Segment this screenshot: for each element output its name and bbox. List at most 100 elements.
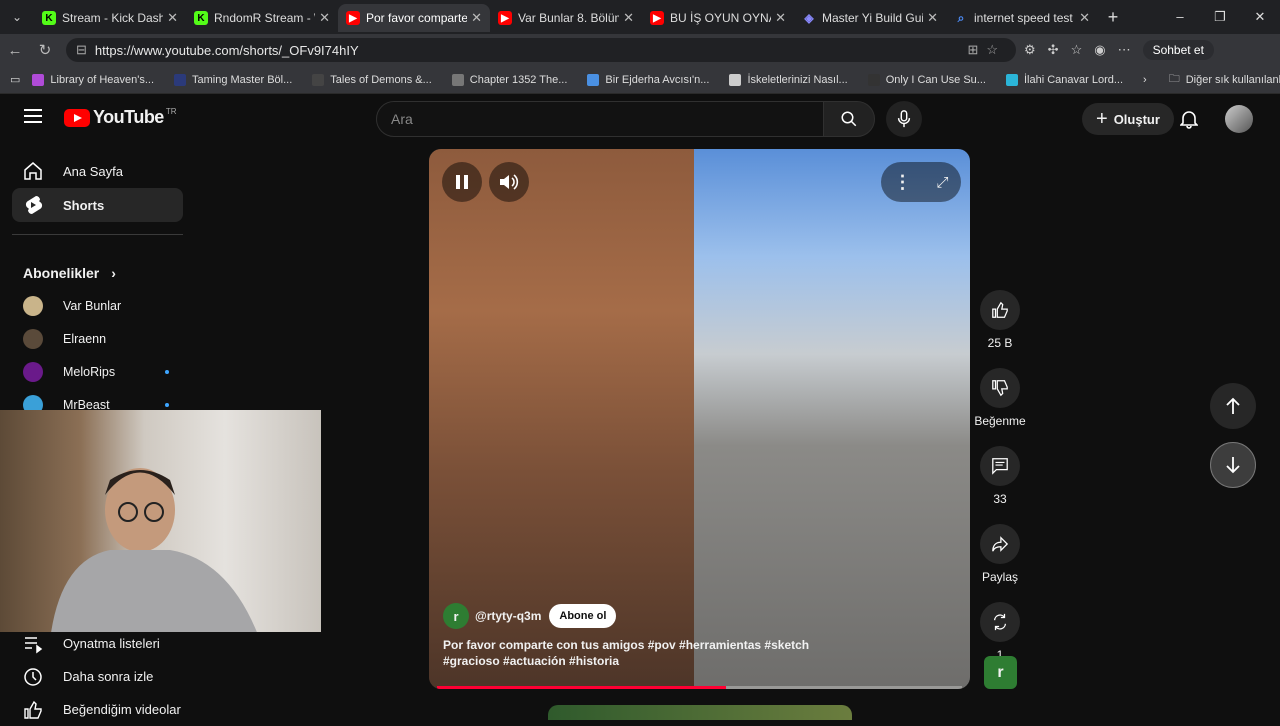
bookmark-favicon-icon <box>1005 73 1018 86</box>
extension-icon[interactable]: ⚙ <box>1024 42 1036 58</box>
close-window-button[interactable]: ✕ <box>1240 9 1280 25</box>
bookmark-favicon-icon <box>174 73 186 86</box>
copilot-chat-button[interactable]: Sohbet et <box>1142 40 1214 60</box>
minimize-button[interactable]: – <box>1160 9 1200 25</box>
address-bar-row: ← ↻ ⊟ https://www.youtube.com/shorts/_OF… <box>0 34 1280 66</box>
menu-hamburger-icon[interactable] <box>24 109 42 123</box>
subscriptions-header[interactable]: Abonelikler › <box>0 257 195 289</box>
close-tab-icon[interactable]: ✕ <box>471 10 482 26</box>
subscription-name: Elraenn <box>63 331 107 346</box>
other-favorites-folder[interactable]: 🗀Diğer sık kullanılanlar <box>1169 70 1280 89</box>
video-progress-fill <box>437 686 726 689</box>
browser-tab[interactable]: ▶ BU İŞ OYUN OYNAMAYA ✕ <box>642 4 794 32</box>
pause-button[interactable] <box>442 162 482 202</box>
bookmark-item[interactable]: Taming Master Böl... <box>174 73 293 86</box>
previous-short-button[interactable] <box>1210 383 1256 429</box>
search-button[interactable] <box>823 101 875 137</box>
youtube-icon: ▶ <box>650 11 664 25</box>
fullscreen-icon[interactable]: ⤢ <box>936 174 948 191</box>
dislike-button[interactable] <box>980 368 1020 408</box>
bookmark-item[interactable]: Library of Heaven's... <box>32 73 154 86</box>
next-short-button[interactable] <box>1210 442 1256 488</box>
back-icon[interactable]: ← <box>0 42 30 59</box>
bookmark-label: Taming Master Böl... <box>192 73 293 86</box>
sidebar-divider <box>12 234 183 235</box>
share-arrow-icon <box>992 536 1009 552</box>
comments-button[interactable] <box>980 446 1020 486</box>
thumbs-up-icon <box>992 301 1008 318</box>
create-button[interactable]: + Oluştur <box>1082 103 1174 135</box>
share-button[interactable] <box>980 524 1020 564</box>
sidebar-item-label: Ana Sayfa <box>63 163 123 179</box>
reload-icon[interactable]: ↻ <box>30 41 60 59</box>
extensions-puzzle-icon[interactable]: ✣ <box>1048 42 1059 58</box>
close-tab-icon[interactable]: ✕ <box>1079 10 1090 26</box>
browser-tab-bar: ⌄ KStream - Kick Dashboard✕KRndomR Strea… <box>0 0 1280 34</box>
close-tab-icon[interactable]: ✕ <box>775 10 786 26</box>
sound-channel-thumb[interactable]: r <box>984 656 1017 689</box>
more-menu-icon[interactable]: ⋯ <box>1118 42 1131 58</box>
like-button[interactable] <box>980 290 1020 330</box>
search-input[interactable]: Ara <box>376 101 824 137</box>
bookmark-label: Only I Can Use Su... <box>885 73 986 86</box>
sidebar-item-home[interactable]: Ana Sayfa <box>12 154 183 188</box>
subscribe-button[interactable]: Abone ol <box>549 604 617 628</box>
favorites-icon[interactable]: ☆ <box>1071 42 1083 58</box>
close-tab-icon[interactable]: ✕ <box>927 10 938 26</box>
browser-tab[interactable]: K Stream - Kick Dashboard✕ <box>34 4 186 32</box>
profile-icon[interactable]: ◉ <box>1094 42 1105 58</box>
channel-avatar <box>23 328 43 349</box>
sidebar-item-label: Daha sonra izle <box>63 669 154 684</box>
voice-search-button[interactable] <box>886 101 922 137</box>
comment-icon <box>992 458 1008 475</box>
short-video-player[interactable]: ⋮ ⤢ r @rtyty-q3m Abone ol Por favor comp… <box>429 149 970 689</box>
next-short-preview[interactable] <box>548 705 852 720</box>
browser-tab[interactable]: ▶ Por favor comparte ✕ <box>338 4 490 32</box>
notifications-bell-icon[interactable] <box>1179 109 1199 134</box>
bookmark-favicon-icon <box>312 73 325 86</box>
close-tab-icon[interactable]: ✕ <box>167 10 178 26</box>
sidebar-item-like[interactable]: Beğendiğim videolar <box>12 693 183 726</box>
webcam-overlay <box>0 410 321 632</box>
bookmark-item[interactable]: İlahi Canavar Lord... <box>1005 73 1123 86</box>
volume-button[interactable] <box>489 162 529 202</box>
site-info-icon[interactable]: ⊟ <box>76 42 87 58</box>
new-tab-button[interactable]: + <box>1098 7 1128 28</box>
short-description[interactable]: Por favor comparte con tus amigos #pov #… <box>443 637 863 669</box>
browser-tab[interactable]: K RndomR Stream - Watch ✕ <box>186 4 338 32</box>
close-tab-icon[interactable]: ✕ <box>623 10 634 26</box>
url-field[interactable]: ⊟ https://www.youtube.com/shorts/_OFv9I7… <box>66 38 1016 62</box>
bookmark-item[interactable]: Tales of Demons &... <box>312 73 432 86</box>
sidebar-item-shorts[interactable]: Shorts <box>12 188 183 222</box>
close-tab-icon[interactable]: ✕ <box>319 10 330 26</box>
bookmark-item[interactable]: Only I Can Use Su... <box>867 73 986 86</box>
channel-handle[interactable]: @rtyty-q3m <box>475 609 541 623</box>
subscription-item[interactable]: MeloRips <box>0 355 195 388</box>
bookmark-item[interactable]: Bir Ejderha Avcısı'n... <box>587 73 709 86</box>
subscription-item[interactable]: Elraenn <box>0 322 195 355</box>
more-options-icon[interactable]: ⋮ <box>893 172 911 193</box>
favorite-star-icon[interactable]: ⊞☆ <box>967 42 1006 58</box>
reading-list-icon[interactable]: ▭ <box>10 73 20 86</box>
dislike-label: Beğenme <box>974 414 1026 428</box>
remix-button[interactable] <box>980 602 1020 642</box>
browser-tab[interactable]: ⌕ internet speed test - Ara ✕ <box>946 4 1098 32</box>
youtube-header: YouTube TR Ara + Oluştur <box>0 95 1280 143</box>
subscription-item[interactable]: Var Bunlar <box>0 289 195 322</box>
bookmark-item[interactable]: İskeletlerinizi Nasıl... <box>729 73 848 86</box>
bookmark-favicon-icon <box>32 73 45 86</box>
browser-tab[interactable]: ▶ Var Bunlar 8. Bölüm (4K ✕ <box>490 4 642 32</box>
browser-tab[interactable]: ◈ Master Yi Build Guide - ✕ <box>794 4 946 32</box>
account-avatar[interactable] <box>1225 105 1253 133</box>
youtube-logo[interactable]: YouTube TR <box>64 107 177 128</box>
bookmarks-overflow-chevron-icon[interactable]: › <box>1143 74 1147 86</box>
channel-avatar[interactable]: r <box>443 603 469 629</box>
sidebar-item-clock[interactable]: Daha sonra izle <box>12 660 183 693</box>
bookmark-item[interactable]: Chapter 1352 The... <box>451 73 567 86</box>
video-progress-bar[interactable] <box>437 686 962 689</box>
maximize-button[interactable]: ❐ <box>1200 9 1240 25</box>
bookmark-label: Library of Heaven's... <box>50 73 154 86</box>
arrow-up-icon <box>1226 397 1240 414</box>
sidebar-item-label: Beğendiğim videolar <box>63 702 181 717</box>
tab-list-chevron-icon[interactable]: ⌄ <box>0 0 34 34</box>
